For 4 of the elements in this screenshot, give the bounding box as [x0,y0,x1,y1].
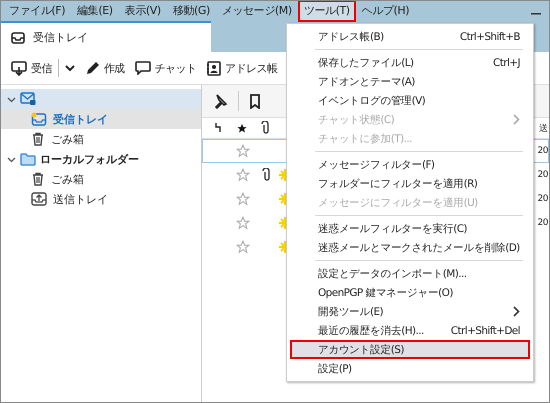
date-cell: 20 [538,146,548,156]
date-cell: 20 [538,170,548,180]
date-cell: 20 [538,194,548,204]
date-cell: 20 [538,218,548,228]
